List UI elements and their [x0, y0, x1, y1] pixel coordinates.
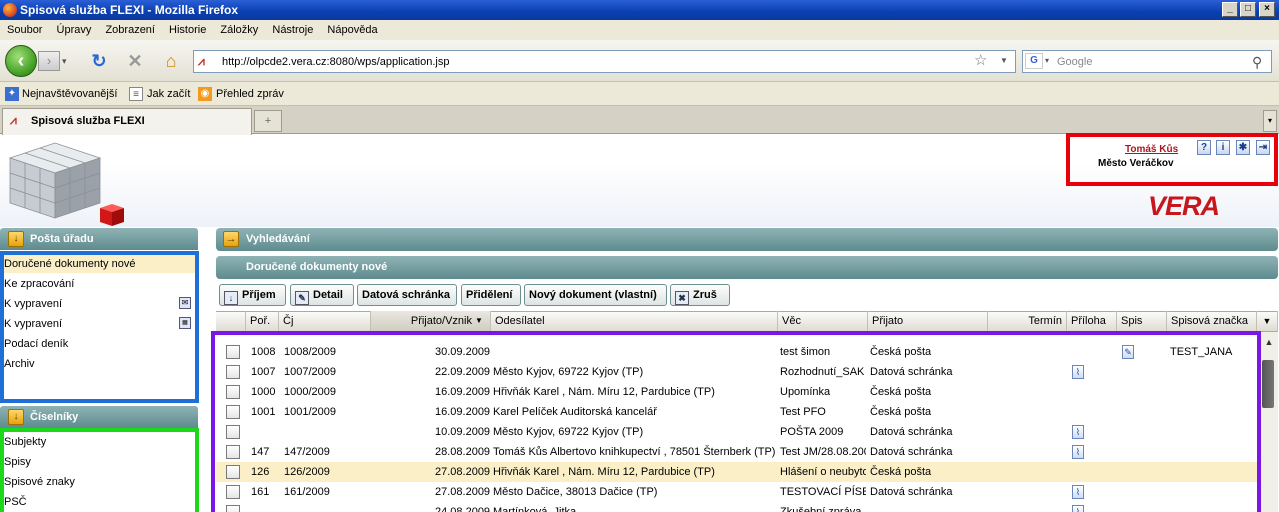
col-priloha[interactable]: Příloha	[1067, 311, 1117, 332]
panel-ciselniky[interactable]: Číselníky	[0, 406, 198, 428]
window-title: Spisová služba FLEXI - Mozilla Firefox	[20, 3, 239, 17]
history-dropdown-icon[interactable]: ▾	[62, 51, 76, 71]
panel-ciselniky-title: Číselníky	[30, 411, 79, 423]
rss-feed-icon: ◉	[198, 87, 212, 101]
engine-dropdown-icon[interactable]: ▾	[1045, 53, 1049, 69]
home-icon[interactable]: ⌂	[160, 50, 182, 72]
user-name-link[interactable]: Tomáš Kůs	[1125, 144, 1178, 155]
zrus-label: Zruš	[693, 289, 717, 301]
novy-dokument-button[interactable]: Nový dokument (vlastní)	[524, 284, 667, 306]
col-cj[interactable]: Čj	[279, 311, 371, 332]
back-button[interactable]: ‹	[5, 45, 37, 77]
collapse-arrow-icon[interactable]: ↓	[8, 231, 24, 247]
collapse-arrow-icon[interactable]: ↓	[8, 409, 24, 425]
bookmark-prehled-zprav[interactable]: Přehled zpráv	[216, 82, 284, 106]
menu-zobrazeni[interactable]: Zobrazení	[105, 24, 155, 36]
bookmarks-toolbar	[0, 82, 1279, 106]
forward-button[interactable]: ›	[38, 51, 60, 71]
edit-icon: ✎	[295, 291, 309, 305]
panel-posta-title: Pošta úřadu	[30, 233, 94, 245]
search-icon[interactable]: ⚲	[1252, 52, 1262, 72]
page-icon: ≡	[129, 87, 143, 101]
col-spisova-znacka[interactable]: Spisová značka	[1167, 311, 1257, 332]
detail-button[interactable]: ✎ Detail	[290, 284, 354, 306]
search-section-bar[interactable]: Vyhledávání	[216, 228, 1278, 251]
ciselniky-panel-highlight	[0, 428, 199, 512]
logout-icon[interactable]: ⇥	[1256, 140, 1270, 155]
documents-section-bar: Doručené dokumenty nové	[216, 256, 1278, 279]
panel-posta-uradu[interactable]: Pošta úřadu	[0, 228, 198, 250]
url-text[interactable]: http://olpcde2.vera.cz:8080/wps/applicat…	[222, 52, 449, 72]
zrus-button[interactable]: ✖ Zruš	[670, 284, 730, 306]
new-tab-button[interactable]: +	[254, 110, 282, 132]
trash-icon: ✖	[675, 291, 689, 305]
menu-soubor[interactable]: Soubor	[7, 24, 42, 36]
scrollbar-thumb[interactable]	[1262, 360, 1274, 408]
menu-bar: Soubor Úpravy Zobrazení Historie Záložky…	[0, 20, 1279, 40]
help-icon[interactable]: ?	[1197, 140, 1211, 155]
col-checkbox	[216, 311, 246, 332]
vertical-scrollbar[interactable]	[1260, 332, 1278, 512]
menu-zalozky[interactable]: Záložky	[220, 24, 258, 36]
datova-schranka-button[interactable]: Datová schránka	[357, 284, 457, 306]
prijem-button[interactable]: ↓ Příjem	[219, 284, 286, 306]
bookmark-jak-zacit[interactable]: Jak začít	[147, 82, 190, 106]
col-prijato[interactable]: Přijato	[868, 311, 988, 332]
tab-spisova-sluzba[interactable]: Spisová služba FLEXI	[2, 108, 252, 135]
maximize-button[interactable]: □	[1240, 2, 1256, 17]
settings-icon[interactable]: ✱	[1236, 140, 1250, 155]
bookmark-nejnavstevovanejsi[interactable]: Nejnavštěvovanější	[22, 82, 117, 106]
menu-napoveda[interactable]: Nápověda	[327, 24, 377, 36]
sort-desc-icon: ▼	[475, 316, 483, 325]
search-placeholder: Google	[1057, 56, 1093, 68]
prideleni-button[interactable]: Přidělení	[461, 284, 521, 306]
user-organization: Město Veráčkov	[1098, 158, 1174, 169]
grid-highlight	[211, 331, 1261, 512]
col-spis[interactable]: Spis	[1117, 311, 1167, 332]
cube-logo-icon	[8, 142, 124, 226]
detail-label: Detail	[313, 289, 343, 301]
posta-panel-highlight	[0, 251, 199, 403]
expand-arrow-icon[interactable]: →	[223, 231, 239, 247]
prijem-label: Příjem	[242, 289, 276, 301]
col-termin[interactable]: Termín	[988, 311, 1067, 332]
site-favicon-icon: ⩘	[198, 54, 205, 68]
minimize-button[interactable]: _	[1222, 2, 1238, 17]
bookmark-star-icon[interactable]: ☆	[974, 51, 987, 71]
info-icon[interactable]: i	[1216, 140, 1230, 155]
col-prijato-vznik[interactable]: Přijato/Vznik	[371, 311, 491, 332]
col-odesilatel[interactable]: Odesílatel	[491, 311, 778, 332]
firefox-icon	[3, 3, 17, 17]
vera-logo: VERA	[1148, 191, 1220, 221]
scroll-up-icon[interactable]: ▲	[1261, 334, 1277, 350]
receive-icon: ↓	[224, 291, 238, 305]
tab-list-icon[interactable]: ▾	[1263, 110, 1277, 132]
bookmark-folder-icon: ✦	[5, 87, 19, 101]
url-dropdown-icon[interactable]: ▼	[1000, 53, 1008, 69]
search-section-title: Vyhledávání	[246, 233, 310, 245]
tab-favicon-icon: ⩘	[10, 113, 17, 127]
stop-icon[interactable]: ✕	[124, 50, 146, 72]
menu-nastroje[interactable]: Nástroje	[272, 24, 313, 36]
menu-historie[interactable]: Historie	[169, 24, 206, 36]
documents-section-title: Doručené dokumenty nové	[246, 261, 388, 273]
window-title-bar: Spisová služba FLEXI - Mozilla Firefox	[0, 0, 1279, 20]
column-menu-icon[interactable]: ▼	[1257, 311, 1278, 332]
col-vec[interactable]: Věc	[778, 311, 868, 332]
col-por[interactable]: Poř.	[246, 311, 279, 332]
close-window-button[interactable]: ×	[1259, 2, 1275, 17]
google-engine-icon[interactable]: G	[1025, 53, 1043, 69]
menu-upravy[interactable]: Úpravy	[57, 24, 92, 36]
reload-icon[interactable]: ↻	[88, 50, 110, 72]
